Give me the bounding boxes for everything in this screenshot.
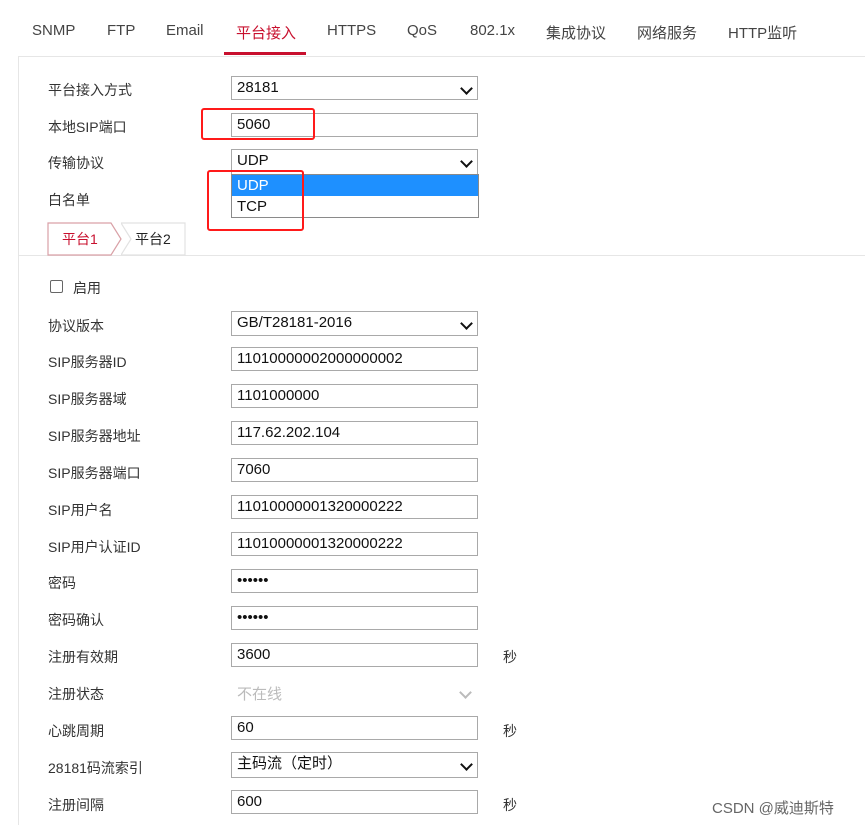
register-interval-label: 注册间隔 — [48, 797, 104, 813]
password-value: •••••• — [237, 572, 269, 589]
subtab-platform1[interactable]: 平台1 — [62, 223, 98, 255]
sip-port-label: 本地SIP端口 — [48, 119, 127, 135]
register-validity-input[interactable]: 3600 — [231, 643, 478, 667]
divider — [18, 56, 19, 825]
tab-https[interactable]: HTTPS — [327, 22, 376, 39]
chevron-down-icon — [460, 155, 473, 168]
register-validity-value: 3600 — [237, 646, 271, 663]
register-interval-input[interactable]: 600 — [231, 790, 478, 814]
annotation-box — [207, 170, 304, 231]
watermark: CSDN @威迪斯特 — [712, 800, 834, 817]
register-interval-unit: 秒 — [503, 797, 517, 813]
protocol-version-label: 协议版本 — [48, 318, 104, 334]
stream-index-select[interactable]: 主码流（定时） — [231, 752, 478, 778]
sip-server-id-input[interactable]: 11010000002000000002 — [231, 347, 478, 371]
sip-auth-id-label: SIP用户认证ID — [48, 539, 141, 555]
enable-checkbox[interactable] — [50, 280, 63, 293]
sip-auth-id-value: 11010000001320000222 — [237, 535, 403, 552]
password-label: 密码 — [48, 575, 76, 591]
sip-username-value: 11010000001320000222 — [237, 498, 403, 515]
sip-server-id-label: SIP服务器ID — [48, 354, 127, 370]
password-input[interactable]: •••••• — [231, 569, 478, 593]
chevron-down-icon — [460, 758, 473, 771]
sip-server-address-label: SIP服务器地址 — [48, 428, 141, 444]
heartbeat-period-label: 心跳周期 — [48, 723, 104, 739]
sip-server-port-input[interactable]: 7060 — [231, 458, 478, 482]
register-interval-value: 600 — [237, 793, 263, 810]
sip-username-label: SIP用户名 — [48, 502, 113, 518]
whitelist-label: 白名单 — [48, 192, 90, 208]
stream-index-value: 主码流（定时） — [237, 755, 343, 772]
heartbeat-period-value: 60 — [237, 719, 254, 736]
password-confirm-label: 密码确认 — [48, 612, 104, 628]
protocol-version-select[interactable]: GB/T28181-2016 — [231, 311, 478, 336]
tab-qos[interactable]: QoS — [407, 22, 437, 39]
chevron-down-icon — [460, 82, 473, 95]
chevron-down-icon — [460, 317, 473, 330]
tab-http-listen[interactable]: HTTP监听 — [728, 22, 797, 43]
sip-server-domain-label: SIP服务器域 — [48, 391, 127, 407]
register-status-label: 注册状态 — [48, 686, 104, 702]
sip-server-port-value: 7060 — [237, 461, 271, 478]
tab-8021x[interactable]: 802.1x — [470, 22, 515, 39]
access-mode-value: 28181 — [237, 79, 279, 96]
transport-value: UDP — [237, 152, 269, 169]
register-validity-label: 注册有效期 — [48, 649, 118, 665]
annotation-box — [201, 108, 315, 140]
sip-server-id-value: 11010000002000000002 — [237, 350, 403, 367]
access-mode-select[interactable]: 28181 — [231, 76, 478, 100]
tab-snmp[interactable]: SNMP — [32, 22, 75, 39]
register-status-value: 不在线 — [237, 686, 283, 703]
sip-server-domain-value: 1101000000 — [237, 387, 320, 404]
sip-server-address-input[interactable]: 117.62.202.104 — [231, 421, 478, 445]
sip-auth-id-input[interactable]: 11010000001320000222 — [231, 532, 478, 556]
sip-username-input[interactable]: 11010000001320000222 — [231, 495, 478, 519]
heartbeat-period-unit: 秒 — [503, 723, 517, 739]
divider — [18, 56, 865, 57]
protocol-version-value: GB/T28181-2016 — [237, 314, 353, 331]
tab-network-service[interactable]: 网络服务 — [637, 22, 697, 43]
tab-email[interactable]: Email — [166, 22, 204, 39]
active-tab-indicator — [224, 52, 306, 55]
tab-integration-protocol[interactable]: 集成协议 — [546, 22, 606, 43]
password-confirm-value: •••••• — [237, 609, 269, 626]
tab-platform-access[interactable]: 平台接入 — [236, 22, 296, 43]
subtab-platform2[interactable]: 平台2 — [135, 223, 171, 255]
register-validity-unit: 秒 — [503, 649, 517, 665]
sip-server-address-value: 117.62.202.104 — [237, 424, 341, 441]
password-confirm-input[interactable]: •••••• — [231, 606, 478, 630]
chevron-down-icon — [459, 686, 472, 699]
access-mode-label: 平台接入方式 — [48, 82, 132, 98]
enable-label: 启用 — [73, 280, 101, 296]
transport-label: 传输协议 — [48, 155, 104, 171]
stream-index-label: 28181码流索引 — [48, 760, 143, 776]
sip-server-port-label: SIP服务器端口 — [48, 465, 141, 481]
heartbeat-period-input[interactable]: 60 — [231, 716, 478, 740]
tab-ftp[interactable]: FTP — [107, 22, 135, 39]
sip-server-domain-input[interactable]: 1101000000 — [231, 384, 478, 408]
tab-bar: SNMP FTP Email 平台接入 HTTPS QoS 802.1x 集成协… — [0, 0, 865, 55]
